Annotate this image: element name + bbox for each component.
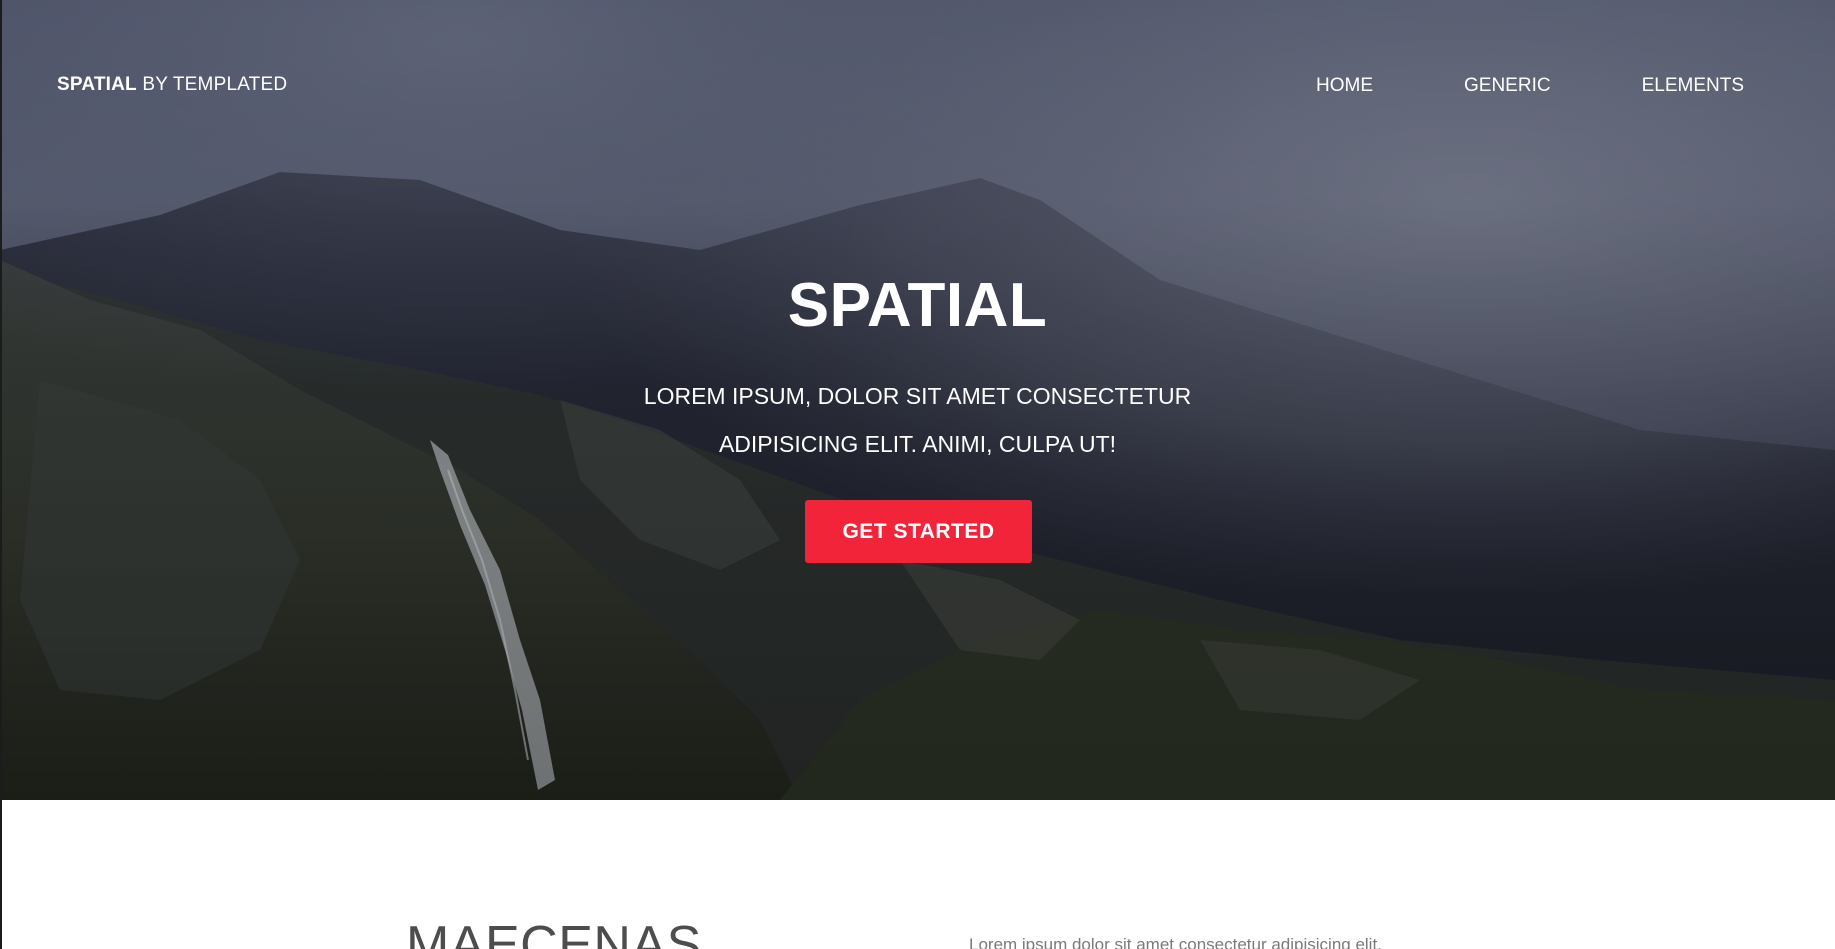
hero-subtitle: LOREM IPSUM, DOLOR SIT AMET CONSECTETUR …	[0, 372, 1835, 468]
nav-link-generic[interactable]: GENERIC	[1464, 74, 1551, 98]
site-brand[interactable]: SPATIAL BY TEMPLATED	[57, 74, 287, 96]
hero-subtitle-line-1: LOREM IPSUM, DOLOR SIT AMET CONSECTETUR	[643, 383, 1192, 409]
window-left-edge	[0, 0, 2, 949]
nav-link-home[interactable]: HOME	[1316, 74, 1373, 98]
hero-subtitle-line-2: ADIPISICING ELIT. ANIMI, CULPA UT!	[718, 431, 1117, 457]
brand-name: SPATIAL	[57, 74, 137, 95]
brand-byline: BY TEMPLATED	[136, 74, 288, 95]
hero-banner: SPATIAL BY TEMPLATED HOME GENERIC ELEMEN…	[0, 0, 1835, 800]
section-intro-text: Lorem ipsum dolor sit amet consectetur a…	[969, 935, 1382, 949]
nav-link-elements[interactable]: ELEMENTS	[1642, 74, 1744, 98]
get-started-button[interactable]: GET STARTED	[805, 500, 1032, 563]
hero-title: SPATIAL	[787, 271, 1048, 340]
main-nav: HOME GENERIC ELEMENTS	[1316, 74, 1744, 98]
page: SPATIAL BY TEMPLATED HOME GENERIC ELEMEN…	[0, 0, 1835, 949]
section-heading: MAECENAS	[406, 916, 702, 949]
